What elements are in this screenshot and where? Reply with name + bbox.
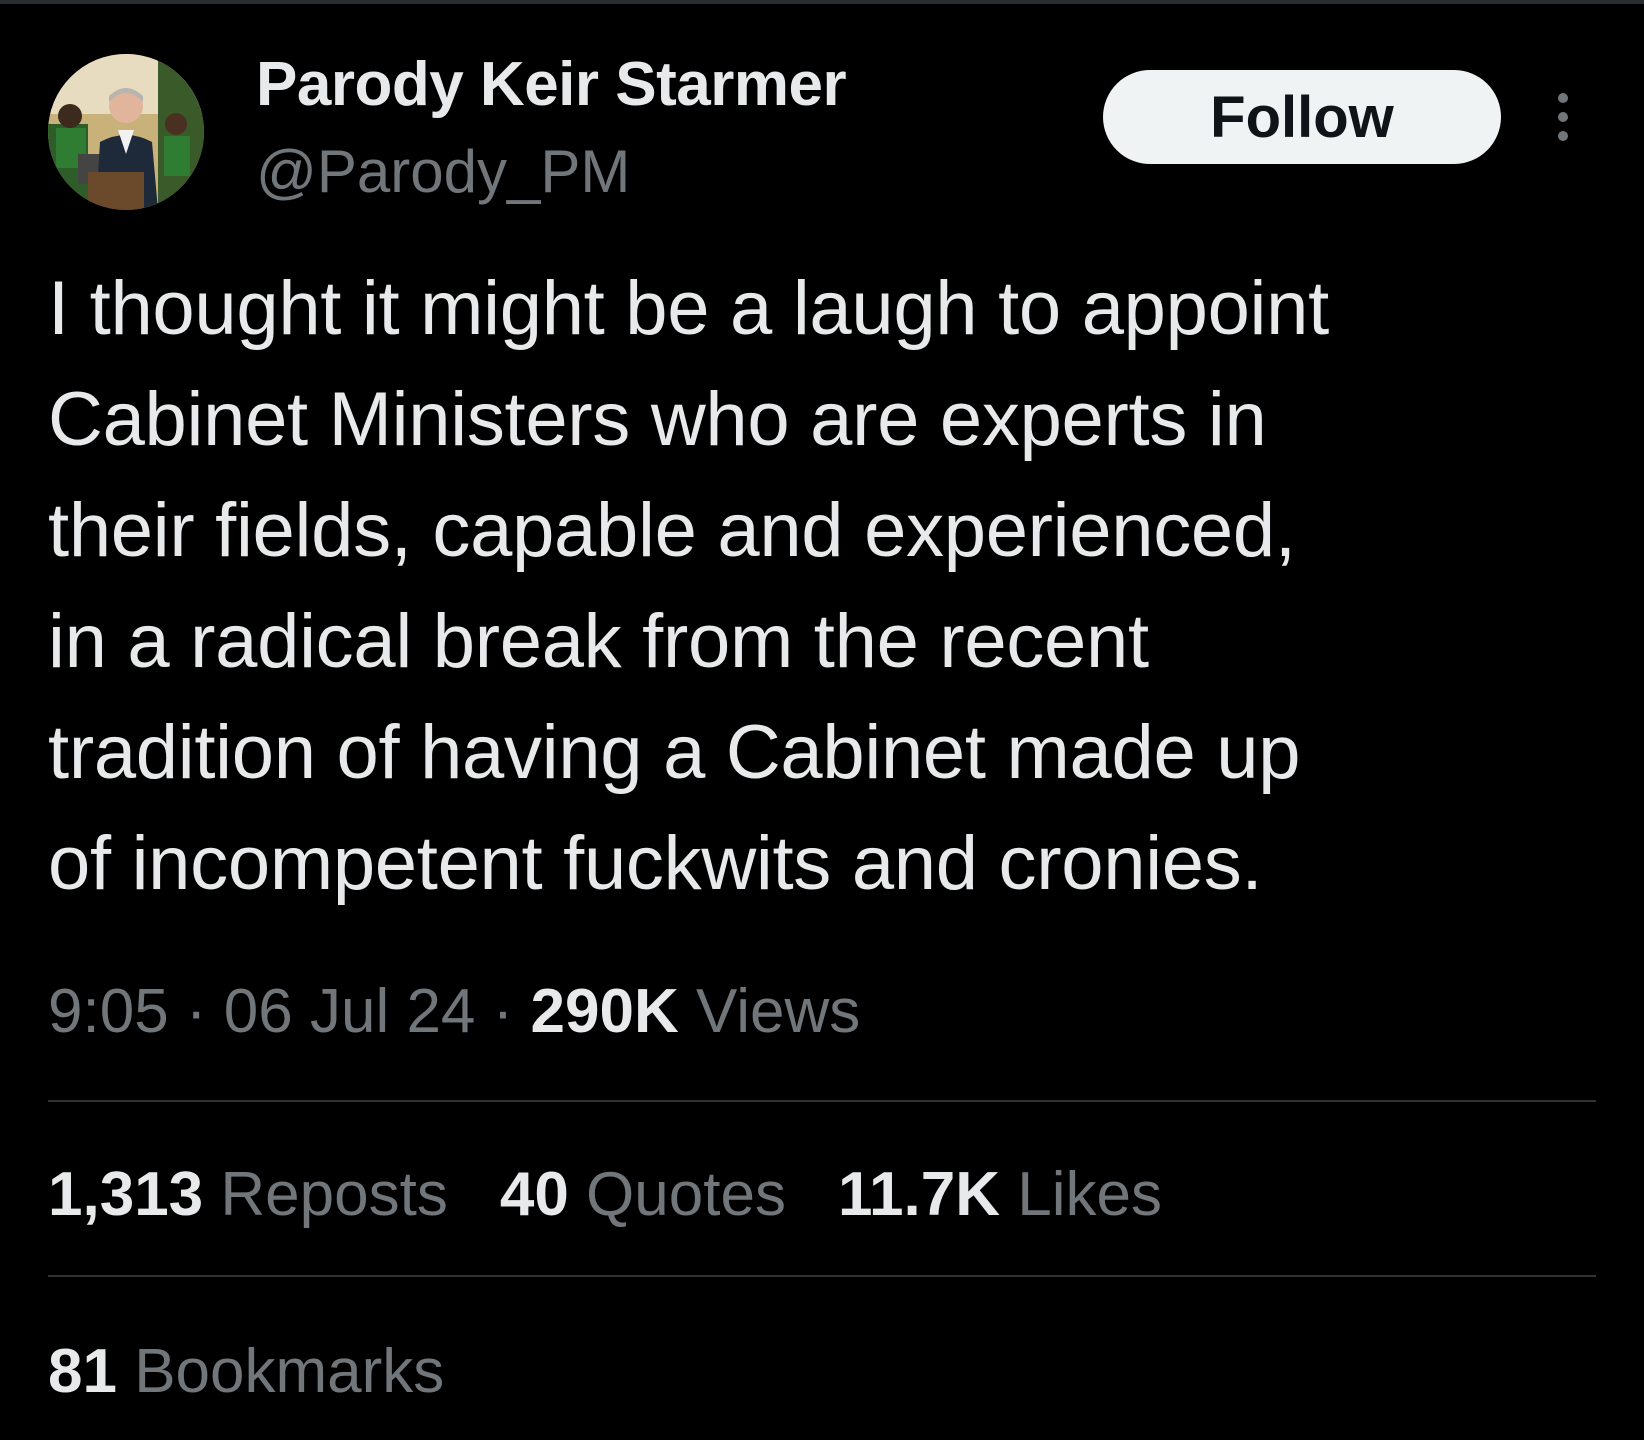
follow-button[interactable]: Follow xyxy=(1103,70,1501,164)
meta-separator: · xyxy=(475,977,531,1046)
engagement-stats: 1,313 Reposts 40 Quotes 11.7K Likes xyxy=(48,1158,1162,1232)
tweet-time[interactable]: 9:05 xyxy=(48,977,169,1046)
views-label: Views xyxy=(695,977,861,1046)
reposts-stat[interactable]: 1,313 Reposts xyxy=(48,1158,448,1232)
more-options-icon[interactable] xyxy=(1548,88,1578,148)
reposts-count: 1,313 xyxy=(48,1160,204,1229)
bookmarks-stat[interactable]: 81 Bookmarks xyxy=(48,1335,444,1409)
quotes-stat[interactable]: 40 Quotes xyxy=(500,1158,786,1232)
author-handle[interactable]: @Parody_PM xyxy=(256,135,630,209)
likes-label: Likes xyxy=(1017,1160,1162,1229)
meta-separator: · xyxy=(168,977,224,1046)
author-avatar[interactable] xyxy=(48,54,204,210)
reposts-label: Reposts xyxy=(220,1160,448,1229)
profile-photo-icon xyxy=(48,54,204,210)
bookmarks-count: 81 xyxy=(48,1337,117,1406)
tweet-meta: 9:05 · 06 Jul 24 · 290K Views xyxy=(48,975,860,1049)
bookmarks-label: Bookmarks xyxy=(134,1337,445,1406)
tweet-text: I thought it might be a laugh to appoint… xyxy=(48,266,1329,906)
tweet-date[interactable]: 06 Jul 24 xyxy=(224,977,476,1046)
author-display-name[interactable]: Parody Keir Starmer xyxy=(256,48,847,122)
quotes-label: Quotes xyxy=(586,1160,786,1229)
likes-stat[interactable]: 11.7K Likes xyxy=(838,1158,1162,1232)
views-count: 290K xyxy=(530,977,679,1046)
quotes-count: 40 xyxy=(499,1160,569,1229)
divider xyxy=(48,1275,1596,1277)
top-border xyxy=(0,0,1644,4)
divider xyxy=(48,1100,1596,1102)
likes-count: 11.7K xyxy=(837,1160,1000,1229)
